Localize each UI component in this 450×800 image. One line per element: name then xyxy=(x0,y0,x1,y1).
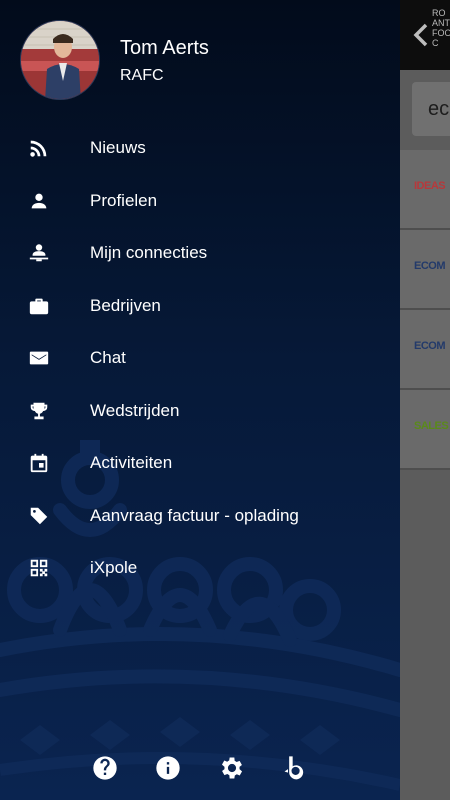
connections-icon xyxy=(0,242,90,264)
person-icon xyxy=(0,190,90,212)
menu-item-label: iXpole xyxy=(90,558,138,578)
menu-item-ixpole[interactable]: iXpole xyxy=(0,542,400,595)
profile-header[interactable]: Tom Aerts RAFC xyxy=(20,20,209,100)
menu-item-nieuws[interactable]: Nieuws xyxy=(0,122,400,175)
menu-item-mijn-connecties[interactable]: Mijn connecties xyxy=(0,227,400,280)
briefcase-icon xyxy=(0,295,90,317)
card-logo: ECOM xyxy=(414,260,446,272)
profile-club: RAFC xyxy=(120,67,164,84)
card-logo: IDEAS xyxy=(414,180,446,192)
menu-item-label: Nieuws xyxy=(90,138,146,158)
navigation-drawer: Tom Aerts RAFC Nieuws Profielen Mijn con… xyxy=(0,0,400,800)
qr-code-icon xyxy=(0,557,90,579)
menu-item-label: Bedrijven xyxy=(90,295,161,315)
info-icon xyxy=(156,756,180,780)
info-button[interactable] xyxy=(153,753,183,783)
card-logo: ECOM xyxy=(414,340,446,352)
menu-item-label: Activiteiten xyxy=(90,453,173,473)
calendar-icon xyxy=(0,452,90,474)
background-search-text: ec xyxy=(428,98,450,120)
help-icon xyxy=(93,756,117,780)
menu-item-label: Profielen xyxy=(90,190,158,210)
background-card[interactable]: IDEAS xyxy=(400,150,450,230)
gear-icon xyxy=(221,757,242,779)
profile-name: Tom Aerts xyxy=(120,37,209,59)
background-card[interactable]: ECOM xyxy=(400,230,450,310)
menu-item-wedstrijden[interactable]: Wedstrijden xyxy=(0,385,400,438)
menu-item-profielen[interactable]: Profielen xyxy=(0,175,400,228)
back-arrow-icon[interactable] xyxy=(410,22,432,48)
drawer-menu: Nieuws Profielen Mijn connecties Bedrijv… xyxy=(0,122,400,595)
brand-button[interactable] xyxy=(280,753,310,783)
avatar[interactable] xyxy=(20,20,100,100)
menu-item-activiteiten[interactable]: Activiteiten xyxy=(0,437,400,490)
menu-item-label: Mijn connecties xyxy=(90,243,208,263)
background-card[interactable]: ECOM xyxy=(400,310,450,390)
help-button[interactable] xyxy=(90,753,120,783)
settings-button[interactable] xyxy=(217,753,247,783)
menu-item-label: Aanvraag factuur - oplading xyxy=(90,505,299,525)
rss-icon xyxy=(0,137,90,159)
menu-item-label: Wedstrijden xyxy=(90,400,180,420)
background-list: IDEAS ECOM ECOM SALES xyxy=(400,150,450,470)
avatar-photo-icon xyxy=(21,21,99,99)
card-logo: SALES xyxy=(414,420,449,432)
drawer-bottom-bar xyxy=(90,752,310,784)
mail-icon xyxy=(0,347,90,369)
menu-item-bedrijven[interactable]: Bedrijven xyxy=(0,280,400,333)
trophy-icon xyxy=(0,400,90,422)
menu-item-aanvraag-factuur[interactable]: Aanvraag factuur - oplading xyxy=(0,490,400,543)
background-card[interactable]: SALES xyxy=(400,390,450,470)
menu-item-label: Chat xyxy=(90,348,126,368)
background-logo-text: RO ANTW FOO C xyxy=(432,8,450,48)
menu-item-chat[interactable]: Chat xyxy=(0,332,400,385)
brand-logo-icon xyxy=(284,756,304,780)
background-search-field[interactable]: ec xyxy=(412,82,450,136)
tag-icon xyxy=(0,505,90,527)
